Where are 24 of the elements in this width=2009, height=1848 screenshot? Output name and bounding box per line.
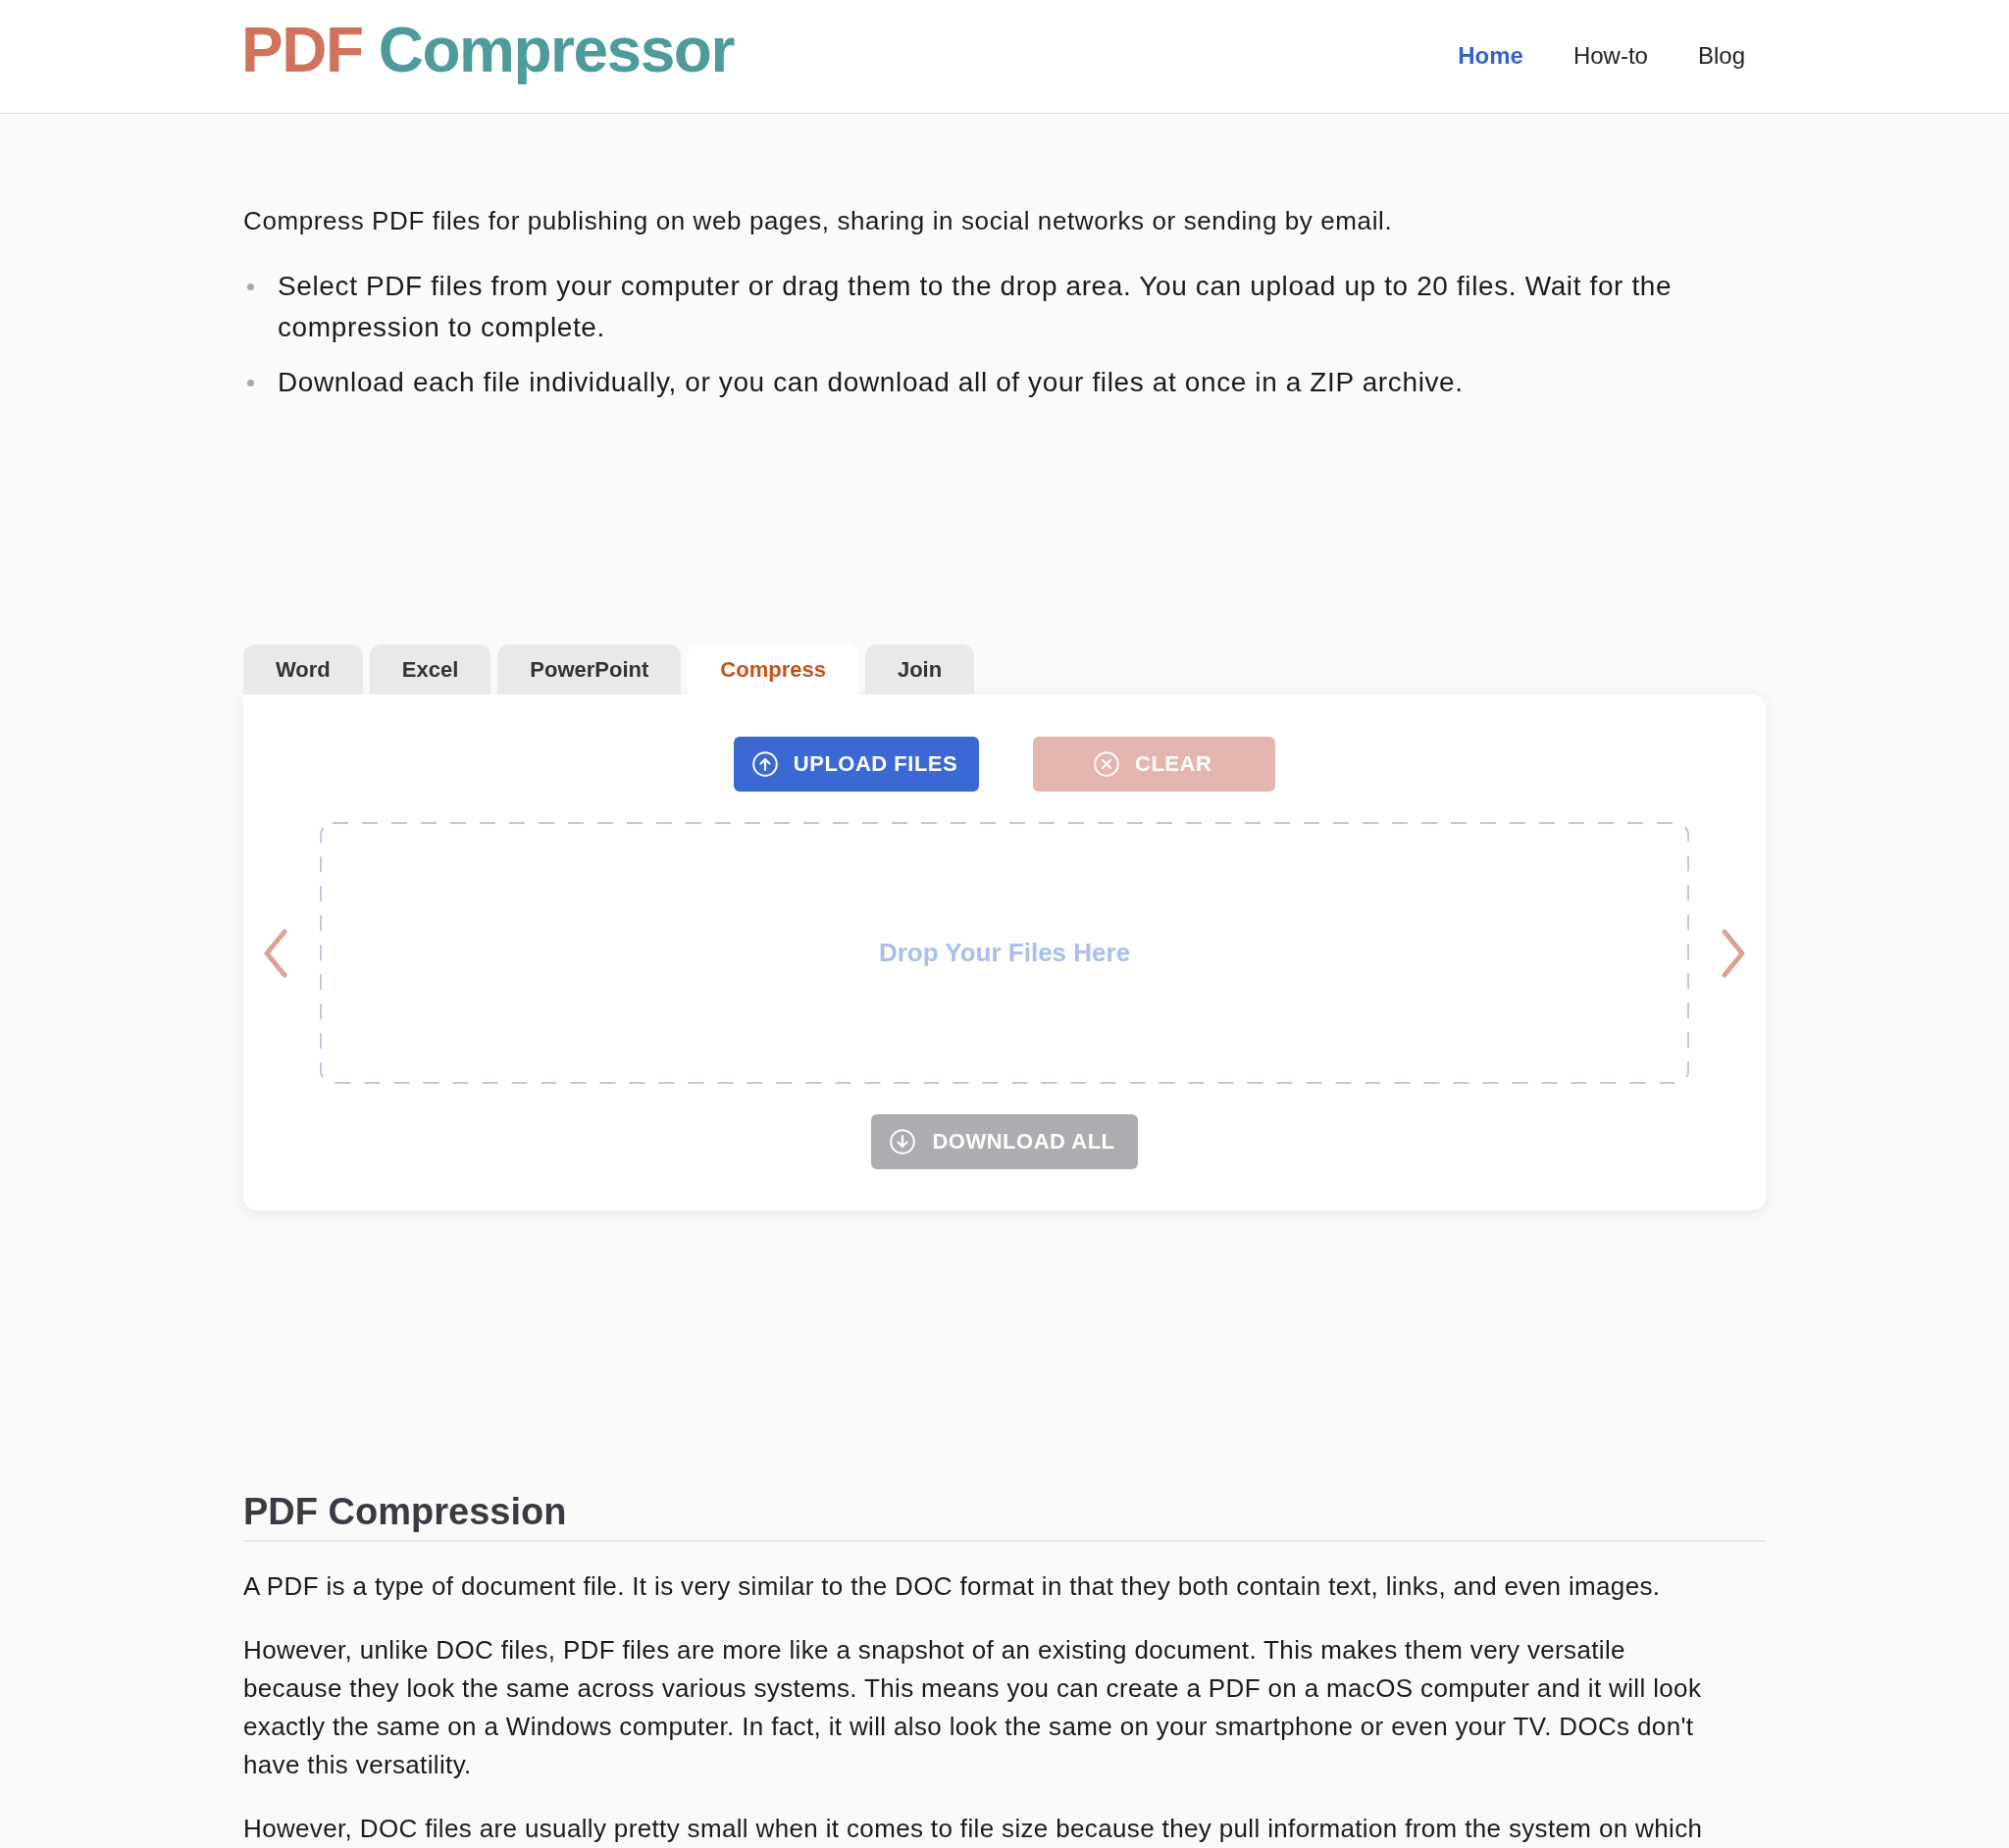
step-text: Select PDF files from your computer or drag them to the drop area. You can upload up to 20 files. Wait for the compression to complete. — [278, 270, 1674, 344]
section-heading: PDF Compression — [243, 1490, 567, 1534]
arrow-down-circle-icon — [890, 1129, 916, 1155]
intro-text: Compress PDF files for publishing on web pages, sharing in social networks or sending by email. — [243, 205, 1394, 237]
tab[interactable]: PowerPoint — [497, 644, 682, 694]
arrow-up-circle-icon — [751, 751, 778, 777]
tab[interactable]: Excel — [369, 644, 491, 694]
nav-link[interactable]: How-to — [1572, 42, 1648, 71]
bullet-icon — [247, 283, 254, 290]
tab[interactable]: Compress — [688, 644, 858, 694]
chevron-left-icon[interactable] — [263, 928, 288, 978]
x-circle-icon — [1094, 751, 1120, 777]
paragraph: A PDF is a type of document file. It is very similar to the DOC format in that they both contain text, links, and even images. — [243, 1570, 1662, 1603]
nav-link[interactable]: Blog — [1697, 42, 1745, 71]
bullet-icon — [247, 380, 254, 386]
tab[interactable]: Join — [864, 644, 975, 694]
step-text: Download each file individually, or you can download all of your files at once in a ZIP archive. — [278, 366, 1464, 399]
paragraph: However, DOC files are usually pretty small when it comes to file size because they pull information from the system on which — [243, 1813, 1704, 1845]
chevron-right-icon[interactable] — [1721, 928, 1746, 978]
paragraph: However, unlike DOC files, PDF files are more like a snapshot of an existing document. This makes them very versatile because they look the same across various systems. This means you can create a PDF on a macOS computer and it will look exactly the same on a Windows computer. In fact, it will also look the same on your smartphone or even your TV. DOCs don't have this versatility. — [243, 1634, 1703, 1781]
upload-files-button[interactable]: UPLOAD FILES — [733, 737, 980, 792]
nav-link[interactable]: Home — [1458, 42, 1523, 71]
tab[interactable]: Word — [243, 644, 363, 694]
drop-zone-hint: Drop Your Files Here — [878, 937, 1131, 969]
